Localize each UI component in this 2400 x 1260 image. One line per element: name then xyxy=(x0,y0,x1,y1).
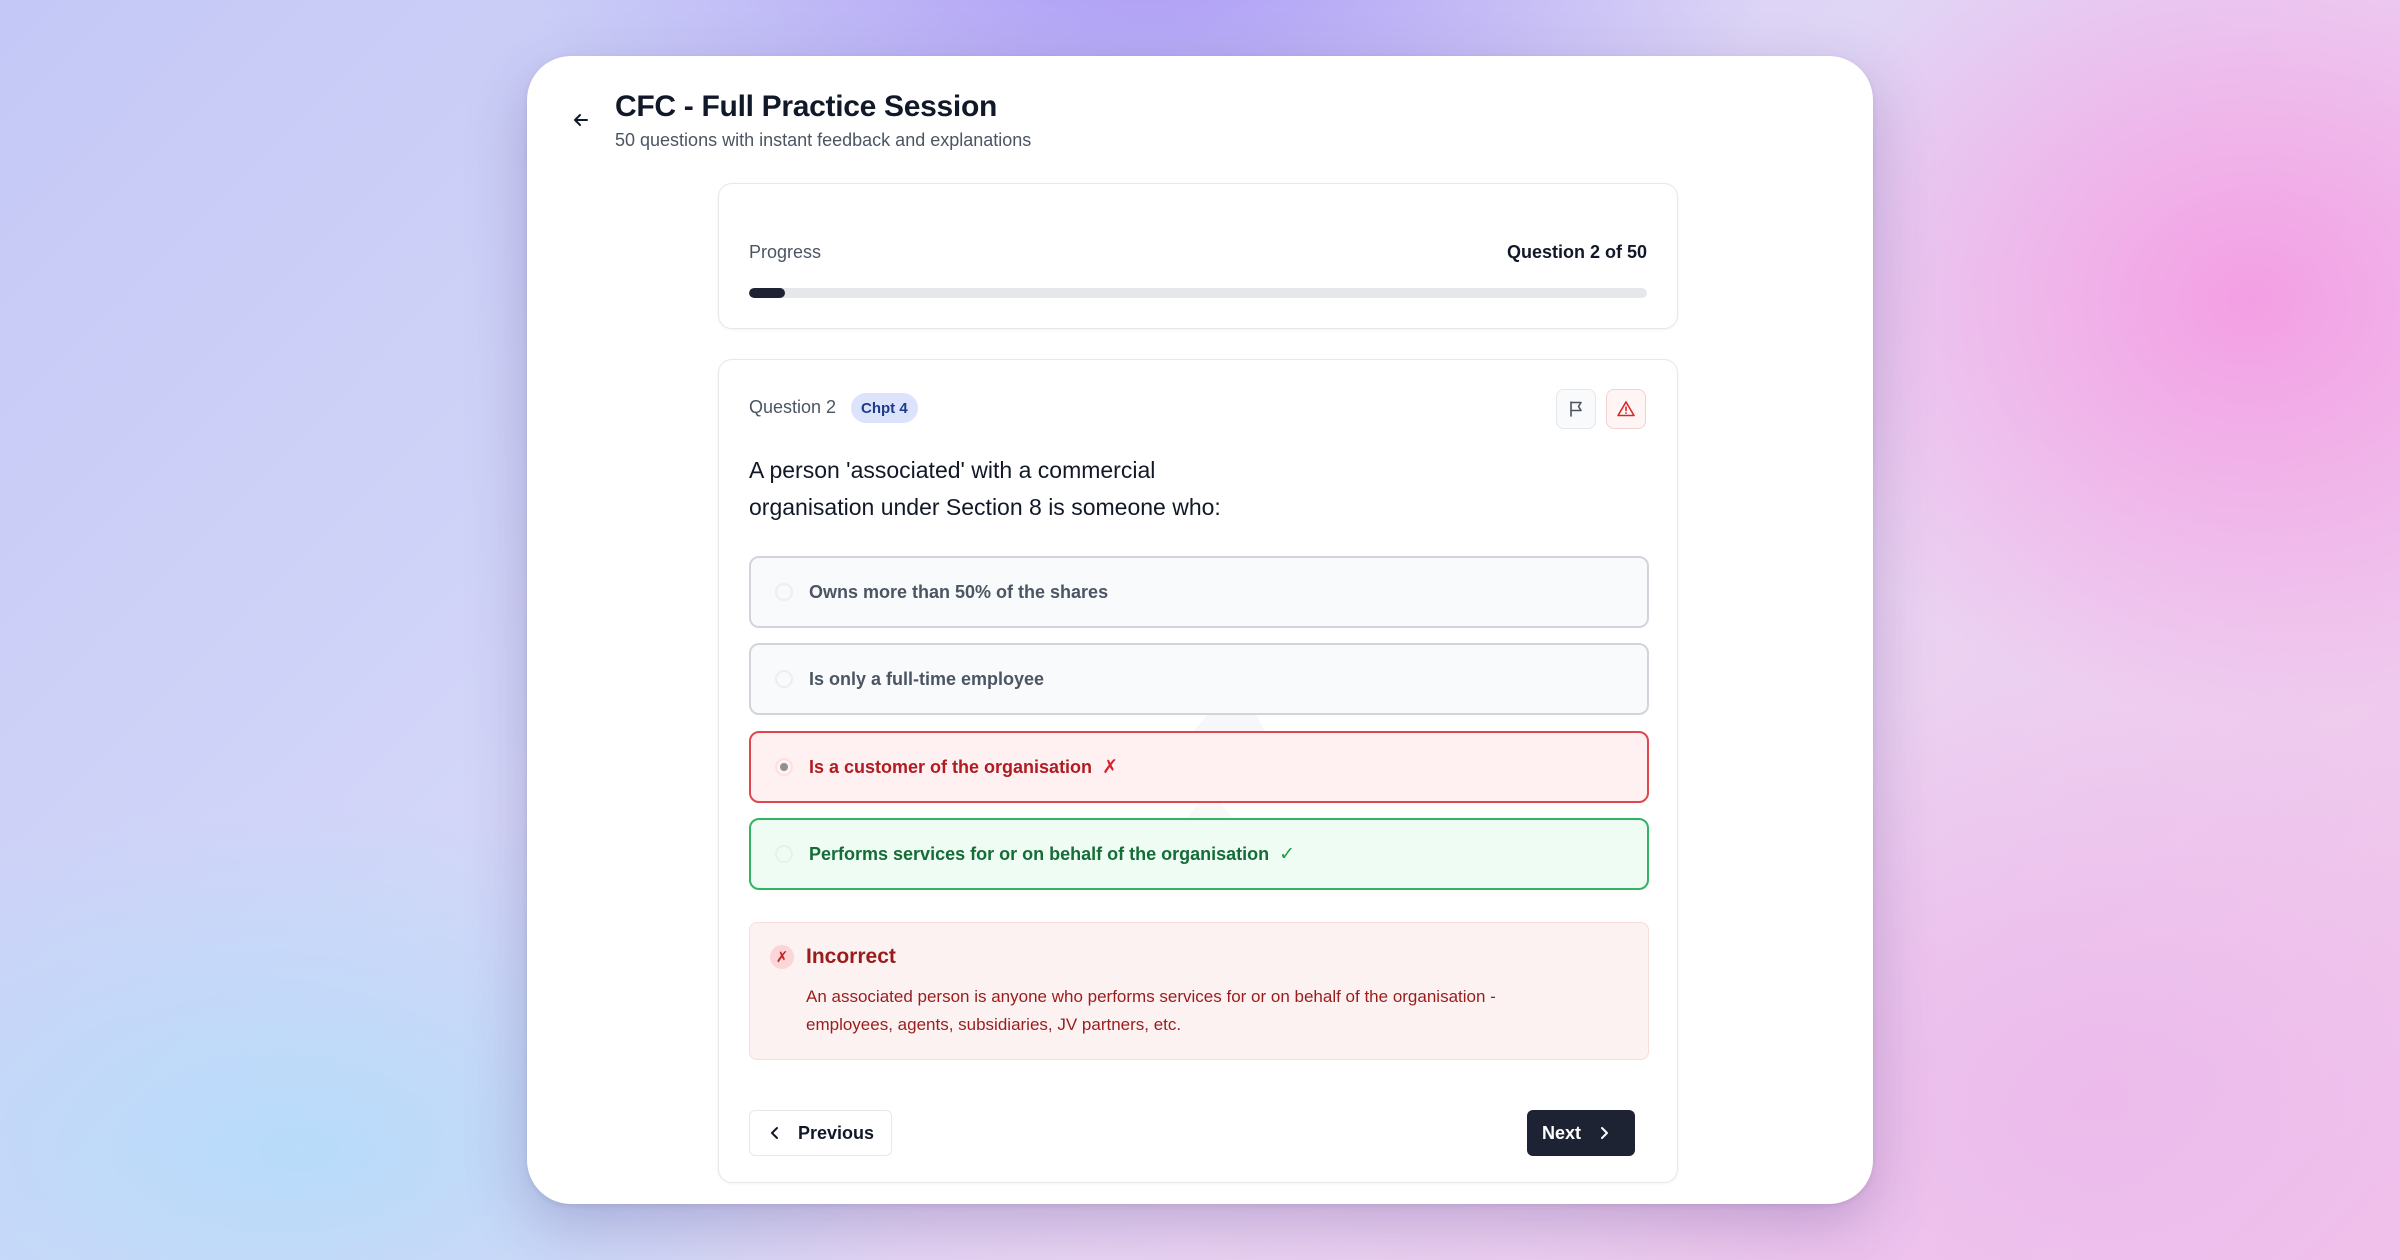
feedback-explanation: An associated person is anyone who perfo… xyxy=(806,987,1496,1034)
radio-button[interactable] xyxy=(775,845,793,863)
progress-card: Progress Question 2 of 50 xyxy=(718,183,1678,329)
next-button[interactable]: Next xyxy=(1527,1110,1635,1156)
check-mark-icon: ✓ xyxy=(1279,843,1296,865)
page-title: CFC - Full Practice Session xyxy=(615,90,998,123)
chevron-right-icon xyxy=(1601,1127,1609,1139)
chevron-left-icon xyxy=(771,1127,778,1139)
answer-option[interactable]: Owns more than 50% of the shares xyxy=(749,556,1649,628)
answer-option-label: Is only a full-time employee xyxy=(809,668,1045,689)
question-number: Question 2 xyxy=(749,397,837,417)
flag-icon xyxy=(1570,401,1582,417)
app-window: CFC - Full Practice Session 50 questions… xyxy=(527,56,1873,1204)
chapter-badge: Chpt 4 xyxy=(851,393,918,423)
flag-question-button[interactable] xyxy=(1556,389,1596,429)
progress-bar xyxy=(749,288,1647,298)
incorrect-icon: ✗ xyxy=(770,945,794,969)
progress-count: Question 2 of 50 xyxy=(1506,242,1647,262)
answer-option-selected-incorrect[interactable]: Is a customer of the organisation ✗ xyxy=(749,731,1649,803)
question-card: Question 2 Chpt 4 A person 'associated' … xyxy=(718,359,1678,1183)
answer-option-label: Is a customer of the organisation xyxy=(809,756,1093,777)
feedback-title: Incorrect xyxy=(806,945,896,968)
radio-button[interactable] xyxy=(775,583,793,601)
back-button[interactable] xyxy=(561,100,601,140)
feedback-panel: ✗ Incorrect An associated person is anyo… xyxy=(749,922,1649,1060)
next-button-label: Next xyxy=(1542,1122,1582,1143)
question-text: A person 'associated' with a commercial … xyxy=(749,457,1221,520)
page-subtitle: 50 questions with instant feedback and e… xyxy=(615,130,1032,150)
answer-option-label: Owns more than 50% of the shares xyxy=(809,581,1109,602)
answer-option-label: Performs services for or on behalf of th… xyxy=(809,843,1270,864)
cross-mark-icon: ✗ xyxy=(1102,756,1118,778)
radio-button[interactable] xyxy=(775,758,793,776)
report-issue-button[interactable] xyxy=(1606,389,1646,429)
previous-button-label: Previous xyxy=(798,1122,875,1143)
arrow-left-icon xyxy=(574,114,588,126)
radio-button[interactable] xyxy=(775,670,793,688)
radio-selected-dot xyxy=(780,763,788,771)
answer-option[interactable]: Is only a full-time employee xyxy=(749,643,1649,715)
answer-option-correct[interactable]: Performs services for or on behalf of th… xyxy=(749,818,1649,890)
progress-label: Progress xyxy=(749,242,822,262)
progress-bar-fill xyxy=(749,288,785,298)
alert-triangle-icon xyxy=(1617,401,1635,417)
previous-button[interactable]: Previous xyxy=(749,1110,892,1156)
